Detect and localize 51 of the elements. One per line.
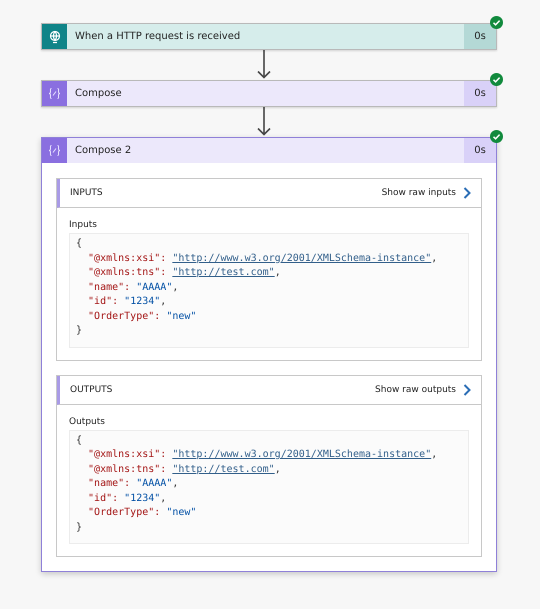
json-value: "1234" — [124, 296, 160, 307]
json-key: "id": — [76, 296, 124, 307]
json-punctuation: , — [172, 282, 178, 292]
json-punctuation: } — [76, 325, 82, 336]
json-value: "AAAA" — [136, 282, 172, 292]
json-punctuation: } — [76, 522, 82, 532]
connector-arrow — [257, 107, 271, 136]
url-link[interactable]: "http://www.w3.org/2001/XMLSchema-instance" — [172, 252, 432, 264]
section-heading: OUTPUTS — [70, 384, 112, 394]
json-value: "new" — [166, 310, 196, 322]
json-punctuation: , — [431, 449, 438, 460]
action-header[interactable]: Compose 0s — [42, 81, 496, 106]
json-punctuation: , — [274, 464, 281, 474]
url-link[interactable]: "http://test.com" — [172, 267, 275, 278]
action-header[interactable]: When a HTTP request is received 0s — [42, 24, 496, 49]
json-punctuation: , — [431, 252, 438, 264]
json-value: "AAAA" — [136, 478, 172, 489]
json-key: "id": — [76, 492, 124, 504]
json-key: "@xmlns:tns": — [76, 267, 172, 278]
section-heading: INPUTS — [70, 188, 103, 198]
json-key: "name": — [76, 282, 136, 292]
json-key: "@xmlns:tns": — [76, 464, 172, 474]
json-punctuation: , — [172, 478, 178, 489]
show-raw-link[interactable]: Show raw inputs — [382, 187, 471, 199]
chevron-right-icon — [463, 384, 471, 396]
url-link[interactable]: "http://test.com" — [172, 464, 275, 474]
json-key: "OrderType": — [76, 310, 166, 322]
json-value: "new" — [166, 507, 196, 518]
show-raw-link[interactable]: Show raw outputs — [375, 384, 471, 396]
url-link[interactable]: "http://www.w3.org/2001/XMLSchema-instance" — [172, 449, 432, 460]
json-punctuation: , — [160, 296, 166, 307]
duration-badge: 0s — [464, 24, 496, 49]
field-label: Inputs — [68, 219, 98, 232]
action-title: Compose — [74, 87, 123, 101]
field-label: Outputs — [68, 416, 106, 428]
json-punctuation: , — [160, 492, 166, 504]
json-key: "@xmlns:xsi": — [76, 449, 172, 460]
duration-badge: 0s — [464, 81, 496, 106]
json-key: "@xmlns:xsi": — [76, 252, 172, 264]
json-punctuation: { — [76, 434, 82, 446]
duration-badge: 0s — [464, 138, 496, 163]
action-title: When a HTTP request is received — [74, 30, 242, 44]
json-value: "1234" — [124, 492, 160, 504]
chevron-right-icon — [463, 187, 471, 199]
json-key: "OrderType": — [76, 507, 166, 518]
action-header[interactable]: Compose 2 0s — [42, 138, 496, 163]
json-punctuation: , — [274, 267, 281, 278]
action-title: Compose 2 — [74, 144, 132, 158]
connector-arrow — [257, 50, 271, 79]
json-key: "name": — [76, 478, 136, 489]
json-punctuation: { — [76, 238, 82, 249]
